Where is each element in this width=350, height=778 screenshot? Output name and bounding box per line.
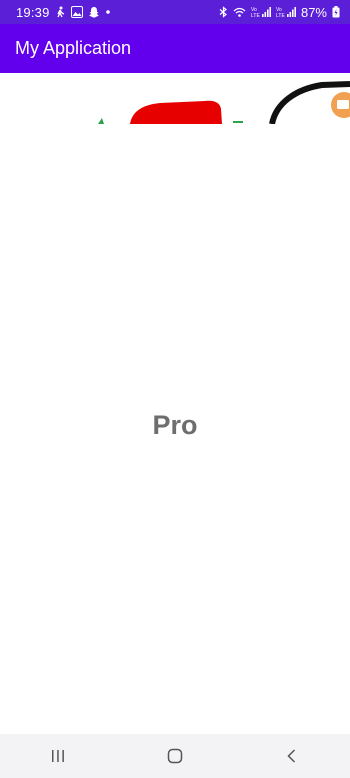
recent-apps-button[interactable]	[28, 734, 88, 778]
signal-1-icon: Vo LTE	[251, 6, 271, 18]
home-button[interactable]	[145, 734, 205, 778]
signal-2-icon: Vo LTE	[276, 6, 296, 18]
walking-person-icon	[55, 6, 66, 18]
app-title: My Application	[15, 38, 132, 58]
battery-percent: 87%	[300, 4, 327, 20]
banner-green-line	[233, 121, 243, 123]
battery-icon	[332, 6, 340, 18]
banner-green-mark-left	[98, 118, 104, 124]
home-icon	[167, 748, 183, 764]
bluetooth-icon	[219, 6, 228, 18]
snapchat-icon	[88, 6, 100, 18]
gallery-icon	[70, 6, 83, 18]
svg-text:LTE: LTE	[251, 13, 260, 18]
navigation-bar	[0, 734, 350, 778]
status-bar: 19:39 Vo LTE Vo LTE 87%	[0, 0, 350, 24]
back-icon	[284, 748, 300, 764]
back-button[interactable]	[262, 734, 322, 778]
banner-image	[0, 73, 350, 124]
app-screen: 19:39 Vo LTE Vo LTE 87% My Application P…	[0, 0, 350, 778]
banner-camera-icon	[337, 100, 349, 109]
status-right: Vo LTE Vo LTE 87%	[219, 5, 340, 20]
svg-text:LTE: LTE	[276, 13, 285, 18]
banner-graphic	[98, 81, 350, 124]
status-time: 19:39	[16, 4, 50, 20]
notification-dot-icon	[105, 6, 111, 18]
app-bar: My Application	[0, 24, 350, 73]
center-label: Pro	[152, 410, 198, 440]
wifi-icon	[233, 6, 246, 18]
recent-apps-icon	[50, 748, 66, 764]
status-left: 19:39	[16, 5, 111, 20]
banner-red-shape	[130, 100, 222, 124]
